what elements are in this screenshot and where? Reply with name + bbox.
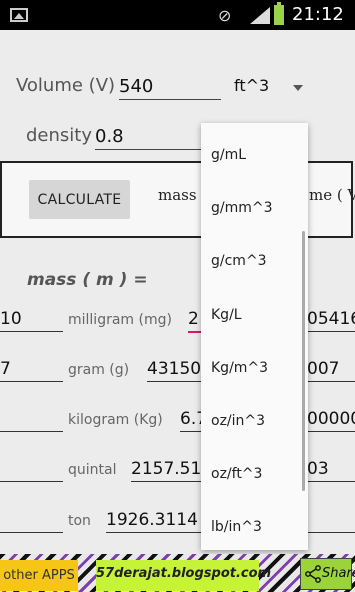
unit-label-ton: ton <box>68 513 91 529</box>
result-field-left[interactable] <box>0 508 63 533</box>
result-field-left[interactable]: 7 <box>0 357 63 382</box>
share-button[interactable]: Share <box>300 558 355 590</box>
mute-icon: ⊘ <box>218 6 232 25</box>
dropdown-arrow-icon <box>293 85 303 91</box>
unit-label-quintal: quintal <box>68 462 117 478</box>
volume-unit-select[interactable]: ft^3 <box>234 76 304 100</box>
blog-link[interactable]: 57derajat.blogspot.com <box>96 560 271 591</box>
unit-label-kilogram: kilogram (Kg) <box>68 412 163 428</box>
formula-text-right: me ( V ) <box>309 186 355 204</box>
result-field-right[interactable]: 00000 <box>307 407 355 432</box>
dropdown-option[interactable]: g/cm^3 <box>211 253 267 269</box>
share-icon <box>305 565 321 583</box>
status-time: 21:12 <box>292 4 344 25</box>
result-field-milligram[interactable]: 2 <box>188 307 202 333</box>
image-icon <box>10 8 28 22</box>
volume-unit-value: ft^3 <box>234 76 270 95</box>
dropdown-option[interactable]: oz/in^3 <box>211 413 265 429</box>
result-field-left[interactable] <box>0 457 63 482</box>
result-field-right[interactable] <box>307 508 355 533</box>
result-field-kilogram[interactable]: 6.7 <box>180 407 201 432</box>
result-field-right[interactable]: 05416 <box>307 307 355 332</box>
result-field-left[interactable] <box>0 407 63 432</box>
result-field-right[interactable]: 007 <box>307 357 355 382</box>
other-apps-button[interactable]: other APPS <box>0 560 78 591</box>
signal-icon <box>250 7 270 24</box>
density-label: density <box>26 125 92 146</box>
dropdown-scrollbar[interactable] <box>302 231 305 491</box>
dropdown-option[interactable]: g/mm^3 <box>211 200 273 216</box>
result-field-ton[interactable]: 1926.3114 <box>106 508 201 533</box>
density-input[interactable]: 0.8 <box>95 125 201 150</box>
calculate-button[interactable]: CALCULATE <box>29 180 130 219</box>
result-field-right[interactable]: 03 <box>307 457 355 482</box>
status-bar: ⊘ 21:12 <box>0 0 355 30</box>
dropdown-option[interactable]: Kg/m^3 <box>211 360 268 376</box>
share-label: Share <box>322 566 355 581</box>
mass-title: mass ( m ) = <box>27 270 148 290</box>
density-unit-dropdown: g/mL g/mm^3 g/cm^3 Kg/L Kg/m^3 oz/in^3 o… <box>201 123 308 550</box>
dropdown-option[interactable]: g/mL <box>211 147 246 163</box>
dropdown-option[interactable]: Kg/L <box>211 307 242 323</box>
battery-icon <box>274 2 284 25</box>
result-field-gram[interactable]: 43150 <box>147 357 201 382</box>
dropdown-option[interactable]: lb/in^3 <box>211 519 262 535</box>
unit-label-gram: gram (g) <box>68 362 130 378</box>
result-field-quintal[interactable]: 2157.51 <box>131 457 201 482</box>
result-field-left[interactable]: 10 <box>0 307 63 332</box>
dropdown-option[interactable]: oz/ft^3 <box>211 466 262 482</box>
volume-input[interactable]: 540 <box>119 75 221 100</box>
volume-label: Volume (V) <box>16 75 116 96</box>
unit-label-milligram: milligram (mg) <box>68 312 172 328</box>
